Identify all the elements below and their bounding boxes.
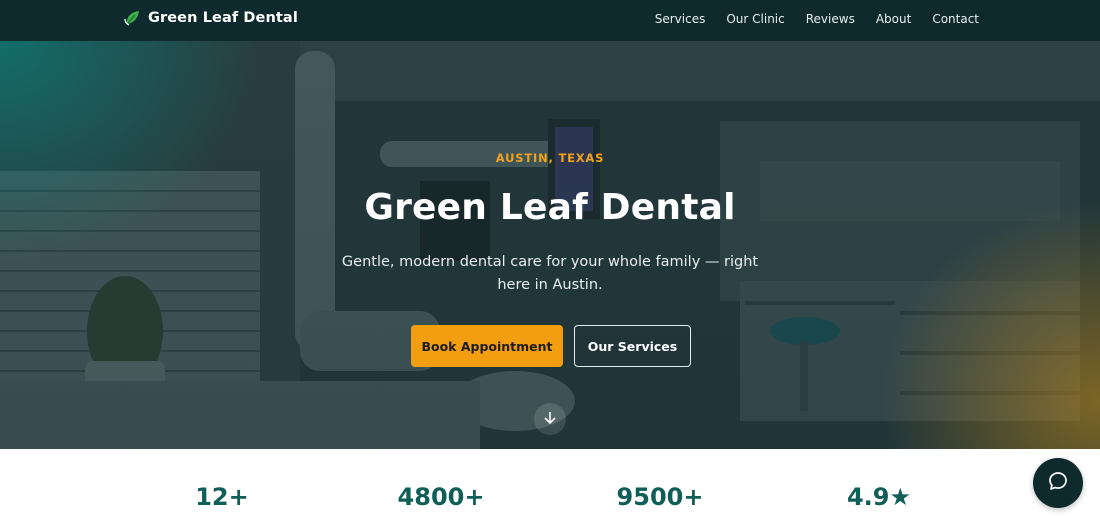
stat-value: 4800+ bbox=[397, 483, 485, 511]
hero-title: Green Leaf Dental bbox=[364, 187, 736, 228]
hero-content: AUSTIN, TEXAS Green Leaf Dental Gentle, … bbox=[0, 41, 1100, 449]
stat-value: 9500+ bbox=[616, 483, 704, 511]
nav-link-reviews[interactable]: Reviews bbox=[806, 12, 855, 26]
scroll-down-button[interactable] bbox=[534, 403, 566, 435]
our-services-button[interactable]: Our Services bbox=[574, 325, 691, 367]
stat-value: 12+ bbox=[195, 483, 249, 511]
arrow-down-icon bbox=[543, 410, 557, 429]
nav-link-about[interactable]: About bbox=[876, 12, 911, 26]
stats-section: 12+ 4800+ 9500+ 4.9★ bbox=[0, 449, 1100, 516]
nav-link-contact[interactable]: Contact bbox=[932, 12, 979, 26]
hero-section: AUSTIN, TEXAS Green Leaf Dental Gentle, … bbox=[0, 41, 1100, 449]
nav-links: Services Our Clinic Reviews About Contac… bbox=[634, 12, 979, 26]
book-appointment-button[interactable]: Book Appointment bbox=[411, 325, 563, 367]
brand-logo-link[interactable]: Green Leaf Dental bbox=[123, 9, 298, 27]
nav-link-our-clinic[interactable]: Our Clinic bbox=[726, 12, 784, 26]
stat-value: 4.9★ bbox=[846, 483, 912, 511]
leaf-icon bbox=[123, 9, 141, 27]
top-navbar: Green Leaf Dental Services Our Clinic Re… bbox=[0, 0, 1100, 41]
hero-subtitle: Gentle, modern dental care for your whol… bbox=[341, 254, 759, 293]
chat-button[interactable] bbox=[1033, 458, 1083, 508]
hero-location-eyebrow: AUSTIN, TEXAS bbox=[495, 151, 605, 165]
brand-name: Green Leaf Dental bbox=[148, 10, 298, 26]
nav-link-services[interactable]: Services bbox=[655, 12, 706, 26]
chat-bubble-icon bbox=[1047, 470, 1069, 496]
